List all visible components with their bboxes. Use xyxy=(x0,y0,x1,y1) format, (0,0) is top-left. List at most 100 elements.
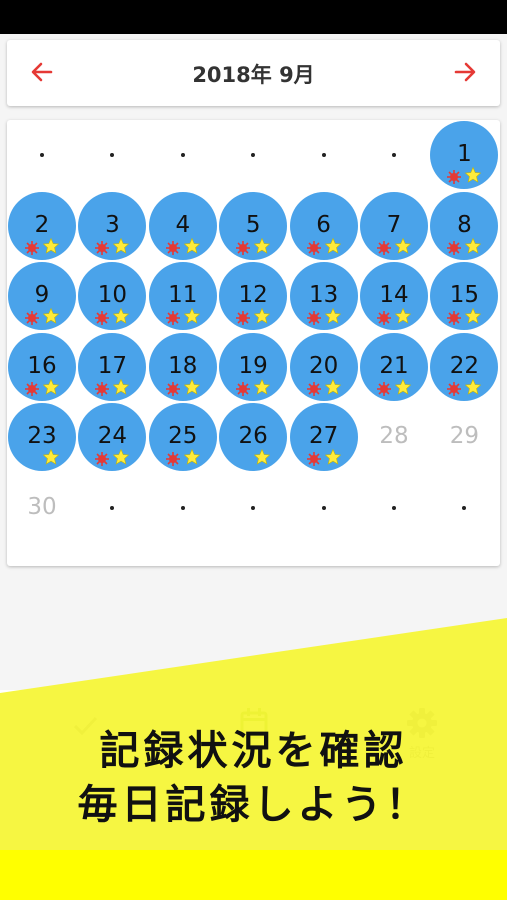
day-cell-17[interactable]: 17 xyxy=(77,332,147,402)
day-cell-29[interactable]: 29 xyxy=(429,402,499,472)
day-number: 14 xyxy=(379,282,409,308)
day-number: 10 xyxy=(97,282,128,308)
day-cell-11[interactable]: 11 xyxy=(148,261,218,331)
day-cell-15[interactable]: 15 xyxy=(429,261,499,331)
day-cell-18[interactable]: 18 xyxy=(148,332,218,402)
day-number: 12 xyxy=(238,282,268,308)
day-number: 13 xyxy=(308,282,339,308)
star-icon xyxy=(42,237,60,254)
day-number: 15 xyxy=(449,282,480,308)
day-cell-7[interactable]: 7 xyxy=(359,191,429,261)
sun-icon xyxy=(165,240,180,255)
star-icon xyxy=(253,378,271,395)
sun-icon xyxy=(377,310,391,325)
day-cell-19[interactable]: 19 xyxy=(218,332,288,402)
star-icon xyxy=(113,448,130,465)
day-cell-2[interactable]: 2 xyxy=(7,191,77,261)
day-cell-26[interactable]: 26 xyxy=(218,402,288,472)
day-cell-9[interactable]: 9 xyxy=(7,261,77,331)
banner-line-1: 記録状況を確認 xyxy=(99,728,408,774)
day-cell-27[interactable]: 27 xyxy=(289,402,359,472)
month-title: 2018年 9月 xyxy=(192,63,315,87)
banner-line-2: 毎日記録しよう！ xyxy=(77,782,430,828)
calendar-grid: 1 2 3 4 5 6 7 8 9 10 11 12 13 14 15 16 17 18 19 20 21 22 23 24 2… xyxy=(7,120,500,566)
star-icon xyxy=(465,378,482,395)
empty-day-cell xyxy=(148,473,218,543)
star-icon xyxy=(253,237,271,254)
day-cell-4[interactable]: 4 xyxy=(148,191,218,261)
day-number: 21 xyxy=(379,352,409,379)
day-number: 25 xyxy=(168,423,198,449)
sun-icon xyxy=(377,381,391,396)
day-number: 18 xyxy=(168,352,198,379)
empty-day-cell xyxy=(77,473,147,543)
status-bar xyxy=(0,0,507,34)
day-cell-3[interactable]: 3 xyxy=(77,191,147,261)
sun-icon xyxy=(236,310,251,325)
day-cell-12[interactable]: 12 xyxy=(218,261,288,331)
day-number: 22 xyxy=(449,352,480,379)
day-cell-8[interactable]: 8 xyxy=(429,191,499,261)
day-number: 24 xyxy=(97,423,128,449)
day-cell-20[interactable]: 20 xyxy=(289,332,359,402)
sun-icon xyxy=(306,310,321,325)
day-number: 8 xyxy=(457,211,472,238)
star-icon xyxy=(113,237,130,254)
star-icon xyxy=(324,378,341,395)
sun-icon xyxy=(165,310,180,325)
day-cell-22[interactable]: 22 xyxy=(429,332,499,402)
day-number: 20 xyxy=(308,352,339,379)
day-cell-24[interactable]: 24 xyxy=(77,402,147,472)
star-icon xyxy=(324,307,341,324)
day-number: 3 xyxy=(105,211,120,238)
star-icon xyxy=(253,448,271,465)
sun-icon xyxy=(306,381,321,396)
day-number: 26 xyxy=(238,423,268,449)
day-cell-10[interactable]: 10 xyxy=(77,261,147,331)
day-cell-21[interactable]: 21 xyxy=(359,332,429,402)
sun-icon xyxy=(236,240,251,255)
empty-day-dot xyxy=(180,153,185,157)
empty-day-dot xyxy=(251,153,256,157)
empty-day-cell xyxy=(7,120,77,190)
next-month-button[interactable] xyxy=(450,57,480,87)
day-cell-1[interactable]: 1 xyxy=(429,120,499,190)
empty-day-dot xyxy=(110,153,115,157)
day-number: 28 xyxy=(379,423,409,449)
empty-day-cell xyxy=(289,120,359,190)
day-cell-30[interactable]: 30 xyxy=(7,473,77,543)
empty-day-dot xyxy=(392,505,396,510)
sun-icon xyxy=(306,240,321,255)
day-cell-23[interactable]: 23 xyxy=(7,402,77,472)
day-cell-5[interactable]: 5 xyxy=(218,191,288,261)
day-number: 9 xyxy=(34,282,50,308)
day-number: 6 xyxy=(316,211,331,238)
star-icon xyxy=(42,378,60,395)
day-cell-25[interactable]: 25 xyxy=(148,402,218,472)
empty-day-cell xyxy=(148,120,218,190)
empty-day-dot xyxy=(321,505,326,510)
day-cell-14[interactable]: 14 xyxy=(359,261,429,331)
day-cell-6[interactable]: 6 xyxy=(289,191,359,261)
star-icon xyxy=(183,378,201,395)
star-icon xyxy=(394,237,412,254)
day-number: 1 xyxy=(457,141,472,167)
empty-day-cell xyxy=(218,120,288,190)
day-cell-28[interactable]: 28 xyxy=(359,402,429,472)
empty-day-cell xyxy=(77,120,147,190)
sun-icon xyxy=(236,381,251,396)
star-icon xyxy=(113,378,130,395)
day-cell-16[interactable]: 16 xyxy=(7,332,77,402)
empty-day-dot xyxy=(321,153,326,157)
day-cell-13[interactable]: 13 xyxy=(289,261,359,331)
empty-day-dot xyxy=(462,505,467,510)
star-icon xyxy=(183,307,201,324)
empty-day-cell xyxy=(429,473,499,543)
star-icon xyxy=(394,307,412,324)
sun-icon xyxy=(306,451,321,466)
sun-icon xyxy=(95,240,110,255)
star-icon xyxy=(42,307,60,324)
sun-icon xyxy=(447,310,462,325)
star-icon xyxy=(324,237,341,254)
empty-day-dot xyxy=(40,153,44,157)
